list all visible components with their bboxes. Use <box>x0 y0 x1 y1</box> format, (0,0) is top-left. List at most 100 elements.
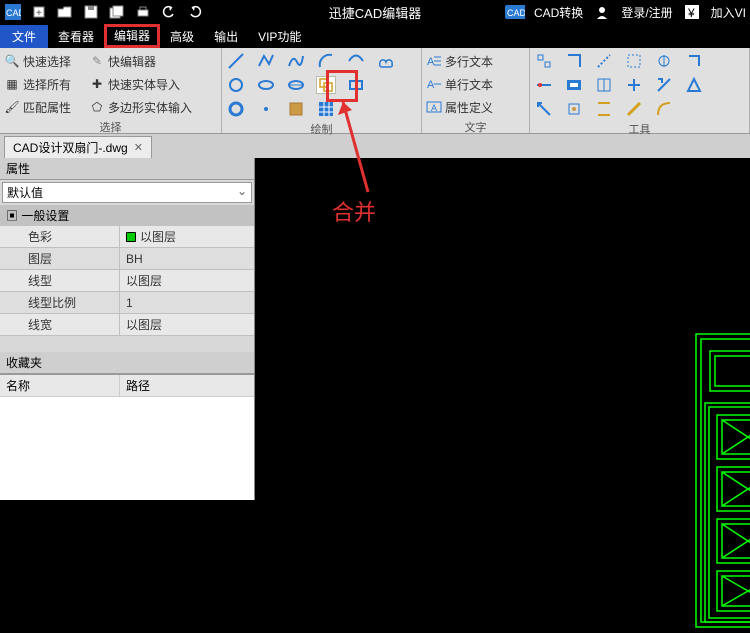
quick-select-button[interactable]: 快速选择 <box>23 53 71 70</box>
tool2-icon[interactable] <box>564 52 584 70</box>
color-swatch-icon <box>126 232 136 242</box>
tool11-icon[interactable] <box>654 76 674 94</box>
svg-text:A: A <box>427 79 435 91</box>
import-icon: ✚ <box>89 76 105 92</box>
cloud-icon[interactable] <box>376 52 396 70</box>
login-button[interactable]: 登录/注册 <box>621 4 672 21</box>
tool14-icon[interactable] <box>564 100 584 118</box>
ribbon-text-label: 文字 <box>426 118 525 136</box>
door-drawing <box>695 333 750 628</box>
svg-text:CAD: CAD <box>6 8 21 18</box>
print-icon[interactable] <box>133 2 153 22</box>
prop-row: 线宽以图层 <box>0 314 254 336</box>
menu-editor[interactable]: 编辑器 <box>104 24 160 48</box>
stext-button[interactable]: 单行文本 <box>445 76 493 93</box>
redo-icon[interactable] <box>185 2 205 22</box>
open-icon[interactable] <box>55 2 75 22</box>
tool9-icon[interactable] <box>594 76 614 94</box>
drawing-canvas[interactable] <box>255 158 750 500</box>
svg-text:A: A <box>427 56 435 68</box>
tool4-icon[interactable] <box>624 52 644 70</box>
document-tab-label: CAD设计双扇门-.dwg <box>13 139 128 156</box>
ribbon-tools-label: 工具 <box>534 120 745 138</box>
tool10-icon[interactable] <box>624 76 644 94</box>
tool12-icon[interactable] <box>684 76 704 94</box>
spline-icon[interactable] <box>286 52 306 70</box>
quick-import-button[interactable]: 快速实体导入 <box>108 76 180 93</box>
prop-row: 图层BH <box>0 248 254 270</box>
curve-icon[interactable] <box>346 52 366 70</box>
tool3-icon[interactable] <box>594 52 614 70</box>
arc-icon[interactable] <box>316 52 336 70</box>
tool7-icon[interactable] <box>534 76 554 94</box>
mtext-icon: A <box>426 53 442 69</box>
menu-vip[interactable]: VIP功能 <box>248 25 311 48</box>
join-vip-button[interactable]: 加入VI <box>711 4 746 21</box>
fav-col-name[interactable]: 名称 <box>0 375 120 396</box>
menu-output[interactable]: 输出 <box>204 25 248 48</box>
annotation-text: 合并 <box>332 195 376 227</box>
quick-select-icon: 🔍 <box>4 53 20 69</box>
tool16-icon[interactable] <box>624 100 644 118</box>
save-icon[interactable] <box>81 2 101 22</box>
attrdef-button[interactable]: 属性定义 <box>445 99 493 116</box>
tool15-icon[interactable] <box>594 100 614 118</box>
quick-editor-icon: ✎ <box>89 53 105 69</box>
match-props-icon: 🖌 <box>4 99 20 115</box>
tool5-icon[interactable] <box>654 52 674 70</box>
polyline-icon[interactable] <box>256 52 276 70</box>
user-icon <box>592 2 612 22</box>
polygon-input-button[interactable]: 多边形实体输入 <box>108 99 192 116</box>
file-menu[interactable]: 文件 <box>0 25 48 48</box>
props-default-dropdown[interactable]: 默认值⌄ <box>2 182 252 203</box>
chevron-down-icon: ⌄ <box>237 184 247 201</box>
tool6-icon[interactable] <box>684 52 704 70</box>
ellipse2-icon[interactable] <box>286 76 306 94</box>
favorites-header: 名称 路径 <box>0 375 254 397</box>
menu-viewer[interactable]: 查看器 <box>48 25 104 48</box>
favorites-panel-title: 收藏夹 <box>0 352 254 374</box>
menu-advanced[interactable]: 高级 <box>160 25 204 48</box>
tool13-icon[interactable] <box>534 100 554 118</box>
ellipse-icon[interactable] <box>256 76 276 94</box>
fav-col-path[interactable]: 路径 <box>120 375 156 396</box>
tool1-icon[interactable] <box>534 52 554 70</box>
prop-row: 线型比例1 <box>0 292 254 314</box>
line-icon[interactable] <box>226 52 246 70</box>
svg-text:CAD: CAD <box>507 8 525 18</box>
polygon-icon: ⬠ <box>89 99 105 115</box>
merge-icon[interactable] <box>316 76 336 94</box>
rect-icon[interactable] <box>346 76 366 94</box>
saveall-icon[interactable] <box>107 2 127 22</box>
quick-editor-button: 快编辑器 <box>108 53 156 70</box>
document-tab[interactable]: CAD设计双扇门-.dwg ✕ <box>4 136 152 158</box>
cad-convert-button[interactable]: CAD转换 <box>534 4 583 21</box>
svg-text:A: A <box>431 103 437 113</box>
svg-text:¥: ¥ <box>687 6 695 19</box>
new-icon[interactable]: + <box>29 2 49 22</box>
hatch-icon[interactable] <box>316 100 336 118</box>
block-icon[interactable] <box>286 100 306 118</box>
prop-row: 色彩以图层 <box>0 226 254 248</box>
tool17-icon[interactable] <box>654 100 674 118</box>
ribbon-draw-label: 绘制 <box>226 120 417 138</box>
app-title: 迅捷CAD编辑器 <box>329 3 421 22</box>
attrdef-icon: A <box>426 99 442 115</box>
point-icon[interactable] <box>256 100 276 118</box>
tool8-icon[interactable] <box>564 76 584 94</box>
props-table: 色彩以图层 图层BH 线型以图层 线型比例1 线宽以图层 <box>0 226 254 352</box>
stext-icon: A <box>426 76 442 92</box>
close-tab-icon[interactable]: ✕ <box>134 141 143 154</box>
match-props-button[interactable]: 匹配属性 <box>23 99 71 116</box>
props-panel-title: 属性 <box>0 158 254 180</box>
props-section-general[interactable]: ▣ 一般设置 <box>0 205 254 226</box>
select-all-button[interactable]: 选择所有 <box>23 76 71 93</box>
prop-row: 线型以图层 <box>0 270 254 292</box>
mtext-button[interactable]: 多行文本 <box>445 53 493 70</box>
ring-icon[interactable] <box>226 100 246 118</box>
undo-icon[interactable] <box>159 2 179 22</box>
ribbon-select-label: 选择 <box>4 118 217 136</box>
cad-badge-icon: CAD <box>505 2 525 22</box>
circle-icon[interactable] <box>226 76 246 94</box>
select-all-icon: ▦ <box>4 76 20 92</box>
